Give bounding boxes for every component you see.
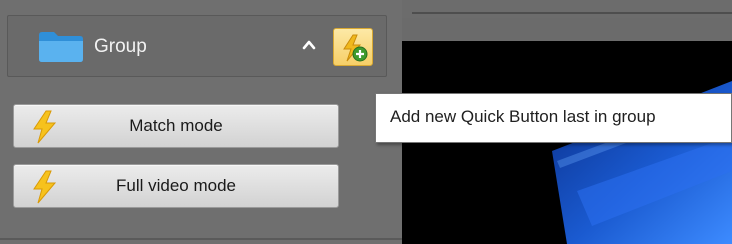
quick-button-label: Full video mode [115,176,236,195]
add-quick-button-button[interactable] [333,28,373,66]
right-toolbar-strip [402,0,732,18]
tooltip-text: Add new Quick Button last in group [390,107,656,126]
panel-divider [0,238,402,240]
chevron-up-icon[interactable] [301,38,317,52]
quick-buttons-panel: Group Match mode Full video mode [0,0,402,244]
video-gap [402,18,732,41]
quick-button-label: Match mode [129,116,223,135]
quick-button-match-mode[interactable]: Match mode [13,104,339,148]
add-quick-button-icon [343,34,368,62]
divider [412,12,732,14]
tooltip: Add new Quick Button last in group [375,93,732,143]
quick-button-full-video-mode[interactable]: Full video mode [13,164,339,208]
folder-icon [39,32,83,62]
group-label: Group [94,36,147,57]
group-header[interactable]: Group [7,15,387,77]
